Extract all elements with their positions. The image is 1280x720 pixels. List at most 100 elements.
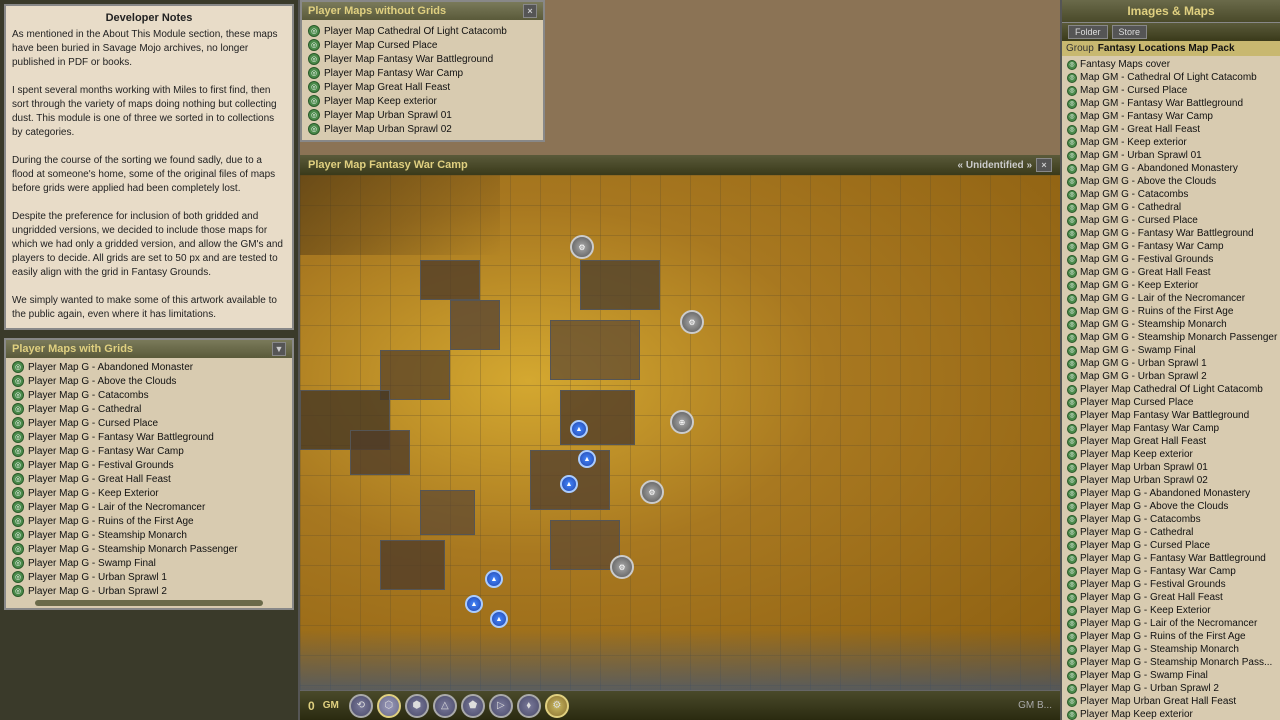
map-unidentified-label[interactable]: « Unidentified » — [958, 160, 1032, 171]
right-list-item[interactable]: ◎Player Map Urban Great Hall Feast — [1064, 695, 1278, 708]
right-list-item[interactable]: ◎Map GM G - Abandoned Monastery — [1064, 162, 1278, 175]
right-list-item[interactable]: ◎Player Map Fantasy War Battleground — [1064, 409, 1278, 422]
right-list-item[interactable]: ◎Player Map G - Great Hall Feast — [1064, 591, 1278, 604]
right-list-item[interactable]: ◎Player Map G - Festival Grounds — [1064, 578, 1278, 591]
right-list-item[interactable]: ◎Map GM G - Swamp Final — [1064, 344, 1278, 357]
right-list-item[interactable]: ◎Map GM - Fantasy War Camp — [1064, 110, 1278, 123]
right-list-item[interactable]: ◎Map GM - Great Hall Feast — [1064, 123, 1278, 136]
grids-list-item[interactable]: ◎Player Map G - Fantasy War Battleground — [10, 430, 288, 444]
blue-token-4[interactable]: ▲ — [485, 570, 503, 588]
folder-button[interactable]: Folder — [1068, 25, 1108, 39]
map-close-btn[interactable]: × — [1036, 158, 1052, 172]
right-list-item[interactable]: ◎Player Map Cathedral Of Light Catacomb — [1064, 383, 1278, 396]
right-list-item[interactable]: ◎Map GM G - Cursed Place — [1064, 214, 1278, 227]
right-list-item[interactable]: ◎Map GM - Cathedral Of Light Catacomb — [1064, 71, 1278, 84]
map-token-4[interactable]: ⚙ — [640, 480, 664, 504]
floating-list-item[interactable]: ◎Player Map Fantasy War Camp — [306, 66, 539, 80]
right-list-item[interactable]: ◎Map GM - Keep exterior — [1064, 136, 1278, 149]
grids-list-item[interactable]: ◎Player Map G - Urban Sprawl 2 — [10, 584, 288, 598]
right-list-item[interactable]: ◎Map GM G - Urban Sprawl 2 — [1064, 370, 1278, 383]
floating-window-close[interactable]: × — [523, 4, 537, 18]
grids-list-item[interactable]: ◎Player Map G - Great Hall Feast — [10, 472, 288, 486]
map-token-3[interactable]: ⊕ — [670, 410, 694, 434]
right-list-item[interactable]: ◎Player Map G - Fantasy War Camp — [1064, 565, 1278, 578]
right-list-item[interactable]: ◎Map GM G - Cathedral — [1064, 201, 1278, 214]
right-list-item[interactable]: ◎Map GM G - Steamship Monarch — [1064, 318, 1278, 331]
right-list-item[interactable]: ◎Map GM G - Festival Grounds — [1064, 253, 1278, 266]
store-button[interactable]: Store — [1112, 25, 1148, 39]
right-list-item[interactable]: ◎Player Map G - Cathedral — [1064, 526, 1278, 539]
right-list-item[interactable]: ◎Map GM - Fantasy War Battleground — [1064, 97, 1278, 110]
grids-list-item[interactable]: ◎Player Map G - Keep Exterior — [10, 486, 288, 500]
grids-list-item[interactable]: ◎Player Map G - Catacombs — [10, 388, 288, 402]
grids-list-item[interactable]: ◎Player Map G - Urban Sprawl 1 — [10, 570, 288, 584]
right-list-item[interactable]: ◎Player Map G - Steamship Monarch — [1064, 643, 1278, 656]
floating-list-item[interactable]: ◎Player Map Great Hall Feast — [306, 80, 539, 94]
floating-list-item[interactable]: ◎Player Map Cursed Place — [306, 38, 539, 52]
toolbar-btn-4[interactable]: △ — [433, 694, 457, 718]
toolbar-btn-6[interactable]: ▷ — [489, 694, 513, 718]
toolbar-btn-5[interactable]: ⬟ — [461, 694, 485, 718]
toolbar-btn-8[interactable]: ⚙ — [545, 694, 569, 718]
right-list-item[interactable]: ◎Player Map G - Urban Sprawl 2 — [1064, 682, 1278, 695]
right-list-item[interactable]: ◎Player Map G - Above the Clouds — [1064, 500, 1278, 513]
toolbar-btn-2[interactable]: ⬡ — [377, 694, 401, 718]
grids-list-item[interactable]: ◎Player Map G - Festival Grounds — [10, 458, 288, 472]
map-token-2[interactable]: ⚙ — [680, 310, 704, 334]
right-list-item[interactable]: ◎Map GM G - Keep Exterior — [1064, 279, 1278, 292]
right-list-item[interactable]: ◎Player Map Fantasy War Camp — [1064, 422, 1278, 435]
map-token-1[interactable]: ⚙ — [570, 235, 594, 259]
floating-list-item[interactable]: ◎Player Map Urban Sprawl 02 — [306, 122, 539, 136]
right-list-item[interactable]: ◎Map GM G - Urban Sprawl 1 — [1064, 357, 1278, 370]
right-list-item[interactable]: ◎Map GM G - Steamship Monarch Passenger — [1064, 331, 1278, 344]
right-list-item[interactable]: ◎Player Map G - Fantasy War Battleground — [1064, 552, 1278, 565]
maps-with-grids-close[interactable]: ▼ — [272, 342, 286, 356]
blue-token-5[interactable]: ▲ — [465, 595, 483, 613]
floating-list-item[interactable]: ◎Player Map Cathedral Of Light Catacomb — [306, 24, 539, 38]
grids-list-item[interactable]: ◎Player Map G - Lair of the Necromancer — [10, 500, 288, 514]
grids-list-item[interactable]: ◎Player Map G - Steamship Monarch Passen… — [10, 542, 288, 556]
blue-token-3[interactable]: ▲ — [560, 475, 578, 493]
floating-list-item[interactable]: ◎Player Map Fantasy War Battleground — [306, 52, 539, 66]
right-list-item[interactable]: ◎Map GM G - Fantasy War Camp — [1064, 240, 1278, 253]
right-list-item[interactable]: ◎Map GM G - Ruins of the First Age — [1064, 305, 1278, 318]
right-list-item[interactable]: ◎Player Map Urban Sprawl 02 — [1064, 474, 1278, 487]
blue-token-1[interactable]: ▲ — [570, 420, 588, 438]
right-list-item[interactable]: ◎Map GM - Urban Sprawl 01 — [1064, 149, 1278, 162]
right-list-item[interactable]: ◎Player Map G - Keep Exterior — [1064, 604, 1278, 617]
floating-list-item[interactable]: ◎Player Map Keep exterior — [306, 94, 539, 108]
grids-list-item[interactable]: ◎Player Map G - Fantasy War Camp — [10, 444, 288, 458]
map-token-5[interactable]: ⚙ — [610, 555, 634, 579]
right-list-item[interactable]: ◎Player Map Keep exterior — [1064, 708, 1278, 720]
toolbar-btn-3[interactable]: ⬢ — [405, 694, 429, 718]
right-list-item[interactable]: ◎Player Map G - Cursed Place — [1064, 539, 1278, 552]
right-list-item[interactable]: ◎Player Map Great Hall Feast — [1064, 435, 1278, 448]
right-list-item[interactable]: ◎Fantasy Maps cover — [1064, 58, 1278, 71]
blue-token-2[interactable]: ▲ — [578, 450, 596, 468]
right-list-item[interactable]: ◎Player Map G - Ruins of the First Age — [1064, 630, 1278, 643]
right-list-item[interactable]: ◎Map GM G - Fantasy War Battleground — [1064, 227, 1278, 240]
right-list-item[interactable]: ◎Map GM G - Catacombs — [1064, 188, 1278, 201]
right-list-item[interactable]: ◎Map GM G - Above the Clouds — [1064, 175, 1278, 188]
toolbar-btn-1[interactable]: ⟲ — [349, 694, 373, 718]
right-list-item[interactable]: ◎Map GM - Cursed Place — [1064, 84, 1278, 97]
right-list-item[interactable]: ◎Map GM G - Great Hall Feast — [1064, 266, 1278, 279]
grids-list-item[interactable]: ◎Player Map G - Abandoned Monaster — [10, 360, 288, 374]
grids-list-item[interactable]: ◎Player Map G - Above the Clouds — [10, 374, 288, 388]
floating-list-item[interactable]: ◎Player Map Urban Sprawl 01 — [306, 108, 539, 122]
grids-list-item[interactable]: ◎Player Map G - Ruins of the First Age — [10, 514, 288, 528]
grids-list-item[interactable]: ◎Player Map G - Swamp Final — [10, 556, 288, 570]
right-list-item[interactable]: ◎Map GM G - Lair of the Necromancer — [1064, 292, 1278, 305]
grids-list-item[interactable]: ◎Player Map G - Steamship Monarch — [10, 528, 288, 542]
blue-token-6[interactable]: ▲ — [490, 610, 508, 628]
right-list-item[interactable]: ◎Player Map G - Abandoned Monastery — [1064, 487, 1278, 500]
right-list-item[interactable]: ◎Player Map Cursed Place — [1064, 396, 1278, 409]
toolbar-btn-7[interactable]: ⬧ — [517, 694, 541, 718]
right-list-item[interactable]: ◎Player Map G - Swamp Final — [1064, 669, 1278, 682]
right-list-item[interactable]: ◎Player Map Urban Sprawl 01 — [1064, 461, 1278, 474]
right-list-item[interactable]: ◎Player Map G - Catacombs — [1064, 513, 1278, 526]
grids-list-item[interactable]: ◎Player Map G - Cathedral — [10, 402, 288, 416]
right-list-item[interactable]: ◎Player Map Keep exterior — [1064, 448, 1278, 461]
right-list-item[interactable]: ◎Player Map G - Steamship Monarch Pass..… — [1064, 656, 1278, 669]
grids-list-item[interactable]: ◎Player Map G - Cursed Place — [10, 416, 288, 430]
